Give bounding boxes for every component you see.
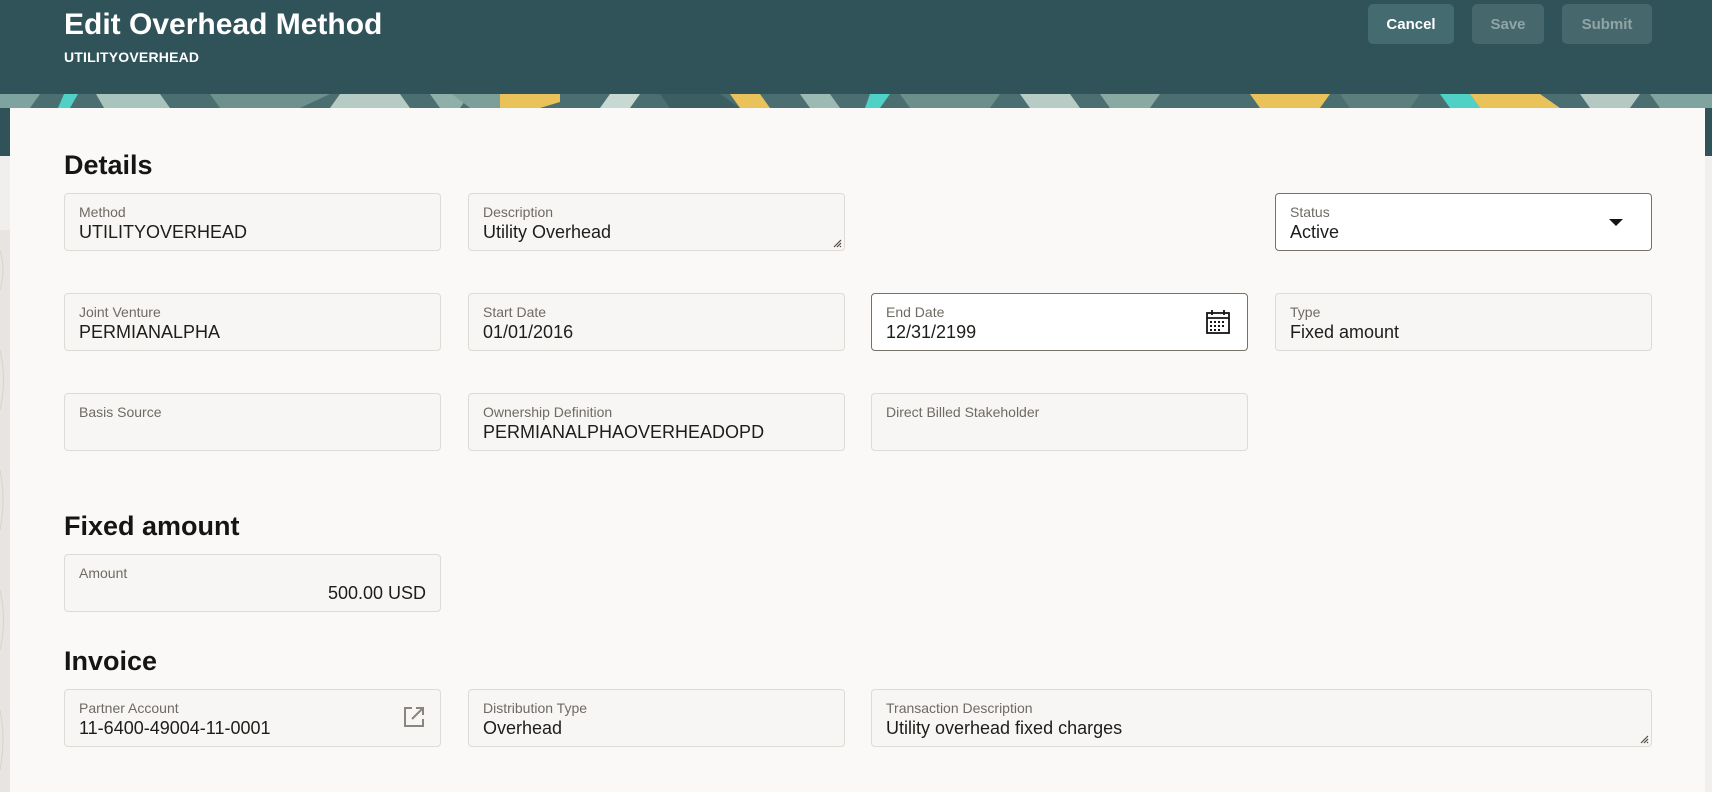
ownership-definition-label: Ownership Definition xyxy=(483,404,613,420)
distribution-type-value: Overhead xyxy=(483,718,563,738)
direct-billed-stakeholder-label: Direct Billed Stakeholder xyxy=(886,404,1040,420)
resize-handle-icon[interactable] xyxy=(1639,734,1649,744)
joint-venture-field[interactable]: Joint Venture PERMIANALPHA xyxy=(64,293,441,351)
start-date-value: 01/01/2016 xyxy=(483,322,574,342)
description-field[interactable]: Description Utility Overhead xyxy=(468,193,845,251)
form-card: Details Method UTILITYOVERHEAD Descripti… xyxy=(10,108,1705,792)
section-title-details: Details xyxy=(64,150,153,180)
partner-account-value: 11-6400-49004-11-0001 xyxy=(79,718,271,738)
type-label: Type xyxy=(1290,304,1321,320)
section-title-fixed-amount: Fixed amount xyxy=(64,511,240,541)
method-label: Method xyxy=(79,204,126,220)
start-date-label: Start Date xyxy=(483,304,547,320)
ownership-definition-field[interactable]: Ownership Definition PERMIANALPHAOVERHEA… xyxy=(468,393,845,451)
transaction-description-label: Transaction Description xyxy=(886,700,1033,716)
end-date-value: 12/31/2199 xyxy=(886,322,977,342)
method-value: UTILITYOVERHEAD xyxy=(79,222,248,242)
amount-value: 500.00 USD xyxy=(327,583,426,603)
cancel-button[interactable]: Cancel xyxy=(1368,4,1454,44)
distribution-type-label: Distribution Type xyxy=(483,700,588,716)
start-date-field[interactable]: Start Date 01/01/2016 xyxy=(468,293,845,351)
page-title: Edit Overhead Method xyxy=(64,8,383,41)
amount-label: Amount xyxy=(79,565,128,581)
distribution-type-field[interactable]: Distribution Type Overhead xyxy=(468,689,845,747)
basis-source-field[interactable]: Basis Source xyxy=(64,393,441,451)
amount-field[interactable]: Amount 500.00 USD xyxy=(64,554,441,612)
basis-source-label: Basis Source xyxy=(79,404,162,420)
end-date-field[interactable]: End Date 12/31/2199 xyxy=(871,293,1248,351)
decorative-banner xyxy=(0,94,1712,108)
submit-button[interactable]: Submit xyxy=(1562,4,1652,44)
calendar-icon[interactable] xyxy=(1205,309,1231,335)
type-field[interactable]: Type Fixed amount xyxy=(1275,293,1652,351)
transaction-description-value: Utility overhead fixed charges xyxy=(886,718,1123,738)
partner-account-label: Partner Account xyxy=(79,700,179,716)
status-value: Active xyxy=(1290,222,1340,242)
page-subtitle: UTILITYOVERHEAD xyxy=(64,49,200,65)
partner-account-field[interactable]: Partner Account 11-6400-49004-11-0001 xyxy=(64,689,441,747)
joint-venture-value: PERMIANALPHA xyxy=(79,322,221,342)
external-link-icon[interactable] xyxy=(402,705,426,729)
direct-billed-stakeholder-field[interactable]: Direct Billed Stakeholder xyxy=(871,393,1248,451)
description-label: Description xyxy=(483,204,554,220)
background-pattern xyxy=(0,230,10,792)
chevron-down-icon[interactable] xyxy=(1609,219,1623,226)
resize-handle-icon[interactable] xyxy=(832,238,842,248)
save-button[interactable]: Save xyxy=(1472,4,1544,44)
section-title-invoice: Invoice xyxy=(64,646,158,676)
status-select[interactable]: Status Active xyxy=(1275,193,1652,251)
end-date-label: End Date xyxy=(886,304,945,320)
description-value: Utility Overhead xyxy=(483,222,612,242)
joint-venture-label: Joint Venture xyxy=(79,304,161,320)
method-field[interactable]: Method UTILITYOVERHEAD xyxy=(64,193,441,251)
status-label: Status xyxy=(1290,204,1330,220)
transaction-description-field[interactable]: Transaction Description Utility overhead… xyxy=(871,689,1652,747)
ownership-definition-value: PERMIANALPHAOVERHEADOPD xyxy=(483,422,765,442)
type-value: Fixed amount xyxy=(1290,322,1400,342)
